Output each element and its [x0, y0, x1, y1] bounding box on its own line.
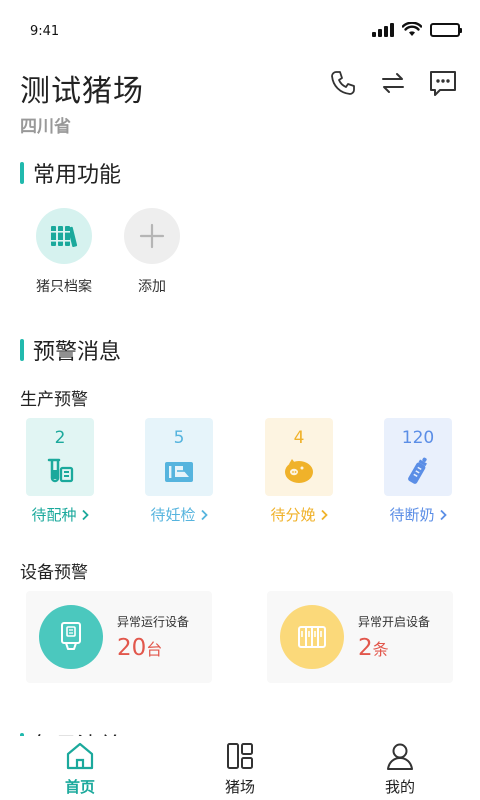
- warn-count: 120: [401, 428, 435, 448]
- farm-region: 四川省: [20, 117, 71, 137]
- signal-icon: [372, 22, 394, 37]
- farm-grid-icon: [224, 740, 256, 772]
- farm-title[interactable]: 测试猪场: [20, 66, 144, 110]
- warn-count: 2: [54, 428, 66, 448]
- switch-icon[interactable]: [378, 68, 408, 98]
- device-card-abnormal-running[interactable]: 异常运行设备 20台: [26, 591, 212, 683]
- warn-item-farrowing[interactable]: 4 待分娩: [254, 418, 344, 525]
- chevron-right-icon: [81, 509, 89, 520]
- device-count-number: 20: [117, 635, 147, 661]
- phone-icon[interactable]: [328, 68, 358, 98]
- status-time: 9:41: [30, 24, 60, 39]
- device-count: 20台: [117, 635, 162, 661]
- func-add[interactable]: 添加: [112, 208, 192, 296]
- scanner-icon: [162, 454, 196, 488]
- warn-count: 5: [173, 428, 185, 448]
- user-icon: [384, 740, 416, 772]
- chevron-right-icon: [200, 509, 208, 520]
- battery-icon: [430, 22, 462, 37]
- func-pig-archive[interactable]: 猪只档案: [24, 208, 104, 296]
- section-warnings: 预警消息: [20, 334, 121, 366]
- warn-label: 待配种: [31, 506, 77, 524]
- device-name: 异常开启设备: [358, 615, 431, 629]
- section-title: 预警消息: [33, 340, 122, 365]
- status-icons: [372, 22, 462, 37]
- wifi-icon: [402, 22, 422, 36]
- warn-label-link[interactable]: 待配种: [31, 504, 89, 525]
- plus-icon: [124, 208, 180, 264]
- header-actions: [328, 68, 458, 98]
- piggy-icon: [282, 454, 316, 488]
- tab-label: 首页: [64, 778, 95, 796]
- warn-item-weaning[interactable]: 120 待断奶: [373, 418, 463, 525]
- section-title: 常用功能: [33, 163, 122, 188]
- device-open-icon: [280, 605, 344, 669]
- pig-archive-icon: [36, 208, 92, 264]
- chevron-right-icon: [320, 509, 328, 520]
- device-name: 异常运行设备: [117, 615, 190, 629]
- tab-home[interactable]: 首页: [0, 736, 160, 800]
- warn-count: 4: [293, 428, 305, 448]
- message-icon[interactable]: [428, 68, 458, 98]
- bottom-tab-bar: 首页 猪场 我的: [0, 736, 480, 800]
- warn-label-link[interactable]: 待断奶: [389, 504, 447, 525]
- func-label: 猪只档案: [36, 279, 92, 295]
- device-count-unit: 台: [146, 640, 163, 659]
- production-warning-title: 生产预警: [20, 390, 88, 410]
- device-count-number: 2: [358, 635, 373, 661]
- device-count: 2条: [358, 635, 389, 661]
- warn-label: 待分娩: [270, 506, 316, 524]
- warn-label-link[interactable]: 待妊检: [150, 504, 208, 525]
- warn-label: 待妊检: [150, 506, 196, 524]
- warn-card: 2: [26, 418, 94, 496]
- section-accent-bar: [20, 339, 24, 361]
- page-header: 测试猪场 四川省: [0, 60, 480, 140]
- warn-label: 待断奶: [389, 506, 435, 524]
- home-icon: [64, 740, 96, 772]
- section-common-functions: 常用功能: [20, 157, 121, 189]
- warn-card: 5: [145, 418, 213, 496]
- device-warning-title: 设备预警: [20, 563, 88, 583]
- tab-mine[interactable]: 我的: [320, 736, 480, 800]
- warn-card: 120: [384, 418, 452, 496]
- device-card-abnormal-open[interactable]: 异常开启设备 2条: [267, 591, 453, 683]
- test-tube-icon: [43, 454, 77, 488]
- status-bar: 9:41: [0, 0, 480, 60]
- chevron-right-icon: [439, 509, 447, 520]
- tab-label: 我的: [384, 778, 415, 796]
- tab-farm[interactable]: 猪场: [160, 736, 320, 800]
- tab-label: 猪场: [224, 778, 255, 796]
- warn-item-breeding[interactable]: 2 待配种: [15, 418, 105, 525]
- warn-card: 4: [265, 418, 333, 496]
- device-count-unit: 条: [372, 640, 389, 659]
- warn-item-pregnancy-check[interactable]: 5 待妊检: [134, 418, 224, 525]
- device-running-icon: [39, 605, 103, 669]
- func-label: 添加: [138, 279, 166, 295]
- section-accent-bar: [20, 162, 24, 184]
- warn-label-link[interactable]: 待分娩: [270, 504, 328, 525]
- baby-bottle-icon: [401, 454, 435, 488]
